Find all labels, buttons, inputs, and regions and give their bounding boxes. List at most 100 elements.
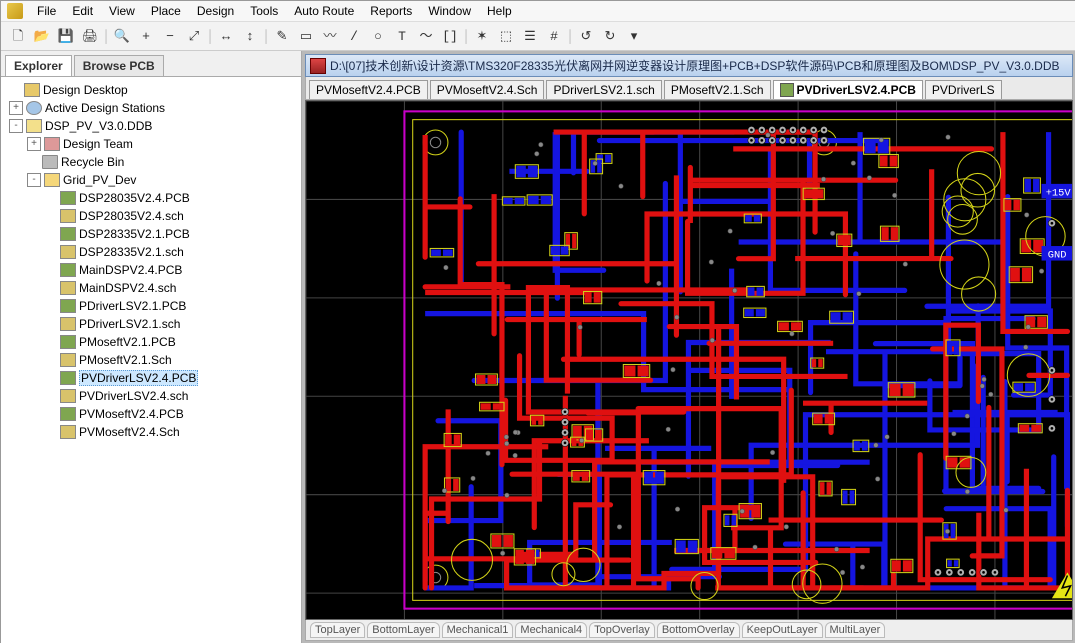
toolbar-button[interactable]: ☰ (519, 25, 541, 47)
doc-tab[interactable]: PVMoseftV2.4.Sch (430, 80, 545, 99)
collapse-icon[interactable]: - (27, 173, 41, 187)
tree-item[interactable]: MainDSPV2.4.PCB (3, 261, 299, 279)
menu-window[interactable]: Window (420, 2, 479, 20)
pcb-canvas[interactable]: +15VGND (305, 100, 1073, 620)
doc-tab-label: PDriverLSV2.1.sch (553, 83, 654, 97)
tree-item[interactable]: Design Desktop (3, 81, 299, 99)
toolbar-button[interactable]: ↻ (599, 25, 621, 47)
sch-icon (60, 245, 76, 259)
tree-item[interactable]: +Design Team (3, 135, 299, 153)
toolbar-button[interactable]: ⬚ (495, 25, 517, 47)
toolbar-button[interactable]: ⤢ (183, 25, 205, 47)
bin-icon (42, 155, 58, 169)
layer-tab-mechanical4[interactable]: Mechanical4 (515, 622, 587, 638)
tree-item[interactable]: MainDSPV2.4.sch (3, 279, 299, 297)
menu-help[interactable]: Help (479, 2, 520, 20)
tree-item[interactable]: - Grid_PV_Dev (3, 171, 299, 189)
tree-item[interactable]: -DSP_PV_V3.0.DDB (3, 117, 299, 135)
tree-spacer-icon (45, 228, 57, 240)
document-tab-strip: PVMoseftV2.4.PCBPVMoseftV2.4.Sch PDriverL… (305, 77, 1073, 100)
pcb-icon (60, 227, 76, 241)
toolbar-button[interactable]: ↕ (239, 25, 261, 47)
pcb-icon (60, 299, 76, 313)
toolbar-button[interactable]: [] (439, 25, 461, 47)
doc-tab[interactable]: PVDriverLS (925, 80, 1002, 99)
tree-item[interactable]: PMoseftV2.1.PCB (3, 333, 299, 351)
toolbar-button[interactable]: ↺ (575, 25, 597, 47)
panel-tab-explorer[interactable]: Explorer (5, 55, 72, 76)
tree-item[interactable]: Recycle Bin (3, 153, 299, 171)
doc-tab[interactable]: PMoseftV2.1.Sch (664, 80, 771, 99)
toolbar-button[interactable]: 💾 (55, 25, 77, 47)
toolbar-button[interactable]: / (343, 25, 365, 47)
doc-tab-label: PVDriverLS (932, 83, 995, 97)
panel-tab-browse-pcb[interactable]: Browse PCB (74, 55, 164, 76)
pcb-icon (780, 83, 794, 97)
sch-icon (60, 353, 76, 367)
menu-file[interactable]: File (29, 2, 64, 20)
toolbar-button[interactable]: ✶ (471, 25, 493, 47)
tree-item[interactable]: DSP28035V2.4.PCB (3, 189, 299, 207)
document-titlebar: D:\[07]技术创新\设计资源\TMS320F28335光伏离网并网逆变器设计… (305, 54, 1073, 77)
menu-design[interactable]: Design (189, 2, 242, 20)
layer-tab-mechanical1[interactable]: Mechanical1 (442, 622, 514, 638)
expand-icon[interactable]: + (9, 101, 23, 115)
toolbar-button[interactable]: ○ (367, 25, 389, 47)
layer-tab-multilayer[interactable]: MultiLayer (825, 622, 886, 638)
doc-tab[interactable]: PDriverLSV2.1.sch (546, 80, 661, 99)
tree-item[interactable]: PVMoseftV2.4.Sch (3, 423, 299, 441)
app-window: FileEditViewPlaceDesignToolsAuto RouteRe… (0, 0, 1075, 643)
tree-item[interactable]: DSP28335V2.1.PCB (3, 225, 299, 243)
desk-icon (24, 83, 40, 97)
doc-tab[interactable]: PVMoseftV2.4.PCB (309, 80, 428, 99)
menu-edit[interactable]: Edit (64, 2, 101, 20)
tree-item[interactable]: PVDriverLSV2.4.sch (3, 387, 299, 405)
toolbar-button[interactable]: T (391, 25, 413, 47)
toolbar-button[interactable]: ✎ (271, 25, 293, 47)
toolbar-button[interactable]: 🗋 (7, 25, 29, 47)
toolbar-button[interactable]: 〜 (415, 25, 437, 47)
menu-auto-route[interactable]: Auto Route (286, 2, 362, 20)
sch-icon (60, 389, 76, 403)
pcb-icon (60, 371, 76, 385)
menu-tools[interactable]: Tools (242, 2, 286, 20)
toolbar-button[interactable]: − (159, 25, 181, 47)
layer-tab-bottomlayer[interactable]: BottomLayer (367, 622, 439, 638)
toolbar-separator: │ (207, 25, 213, 47)
expand-icon[interactable]: + (27, 137, 41, 151)
toolbar-button[interactable]: 〰 (319, 25, 341, 47)
tree-item[interactable]: DSP28335V2.1.sch (3, 243, 299, 261)
doc-tab[interactable]: PVDriverLSV2.4.PCB (773, 80, 923, 99)
toolbar-button[interactable]: ↔ (215, 25, 237, 47)
tree-item[interactable]: +Active Design Stations (3, 99, 299, 117)
toolbar-button[interactable]: 🔍 (111, 25, 133, 47)
tree-spacer-icon (45, 336, 57, 348)
layer-tab-toplayer[interactable]: TopLayer (310, 622, 365, 638)
layer-tab-keepoutlayer[interactable]: KeepOutLayer (742, 622, 823, 638)
tree-item[interactable]: PMoseftV2.1.Sch (3, 351, 299, 369)
menu-place[interactable]: Place (143, 2, 189, 20)
tree-item[interactable]: PDriverLSV2.1.sch (3, 315, 299, 333)
fld-icon (44, 173, 60, 187)
tree-item[interactable]: PVDriverLSV2.4.PCB (3, 369, 299, 387)
tree-item-label: DSP28335V2.1.PCB (79, 227, 190, 241)
layer-tab-bottomoverlay[interactable]: BottomOverlay (657, 622, 740, 638)
toolbar-button[interactable]: + (135, 25, 157, 47)
layer-tab-topoverlay[interactable]: TopOverlay (589, 622, 655, 638)
tree-item[interactable]: DSP28035V2.4.sch (3, 207, 299, 225)
collapse-icon[interactable]: - (9, 119, 23, 133)
explorer-tree[interactable]: Design Desktop+Active Design Stations-DS… (1, 77, 301, 643)
toolbar-button[interactable]: ▾ (623, 25, 645, 47)
toolbar-button[interactable]: # (543, 25, 565, 47)
toolbar-button[interactable]: 📂 (31, 25, 53, 47)
tree-item[interactable]: PVMoseftV2.4.PCB (3, 405, 299, 423)
menu-reports[interactable]: Reports (362, 2, 420, 20)
ddb-icon (26, 119, 42, 133)
tree-item[interactable]: PDriverLSV2.1.PCB (3, 297, 299, 315)
menu-bar: FileEditViewPlaceDesignToolsAuto RouteRe… (1, 1, 1075, 22)
tree-item-label: PVDriverLSV2.4.sch (79, 389, 188, 403)
tree-item-label: Grid_PV_Dev (63, 173, 136, 187)
toolbar-button[interactable]: 🖨 (79, 25, 101, 47)
toolbar-button[interactable]: ▭ (295, 25, 317, 47)
menu-view[interactable]: View (101, 2, 143, 20)
